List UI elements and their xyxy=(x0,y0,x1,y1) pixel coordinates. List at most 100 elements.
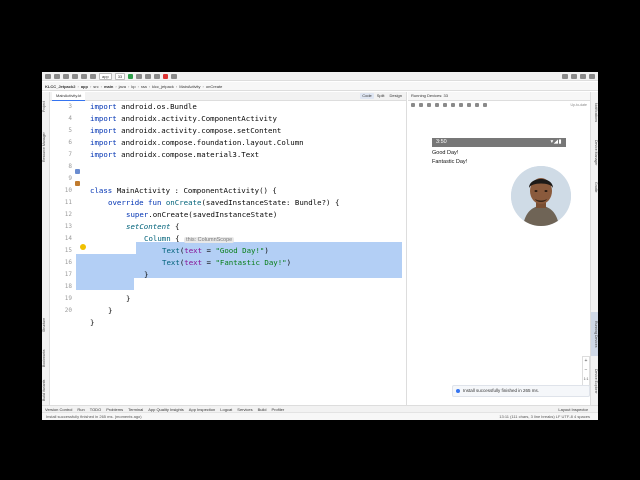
line-number: 15 xyxy=(64,247,72,254)
line-number: 6 xyxy=(68,139,72,146)
breadcrumb-item[interactable]: kp xyxy=(131,84,135,89)
line-number: 16 xyxy=(64,259,72,266)
tool-layout-inspector[interactable]: Layout Inspector xyxy=(558,407,598,412)
sdk-manager-icon[interactable] xyxy=(571,73,577,79)
breadcrumb-item[interactable]: KLCC_Jetpack2 xyxy=(45,84,75,89)
tool-build-variants[interactable]: Build Variants xyxy=(42,376,49,404)
tool-version-control[interactable]: Version Control xyxy=(45,407,72,412)
tool-bookmarks[interactable]: Bookmarks xyxy=(42,342,49,374)
tool-run[interactable]: Run xyxy=(77,407,84,412)
forward-icon[interactable] xyxy=(81,73,87,79)
status-position-encoding[interactable]: 13:11 (111 chars, 3 line breaks) LF UTF-… xyxy=(499,414,598,419)
breadcrumb-item[interactable]: app xyxy=(81,84,88,89)
override-gutter-icon[interactable] xyxy=(75,181,80,186)
home-icon[interactable] xyxy=(459,102,463,107)
tool-todo[interactable]: TODO xyxy=(90,407,101,412)
install-notification[interactable]: Install successfully finished in 265 ms. xyxy=(452,385,590,397)
tool-device-explorer[interactable]: Device Explorer xyxy=(591,360,598,402)
line-number: 7 xyxy=(68,151,72,158)
run-gutter-icon[interactable] xyxy=(75,169,80,174)
lightbulb-icon[interactable] xyxy=(80,244,86,250)
line-number: 5 xyxy=(68,127,72,134)
tool-build[interactable]: Build xyxy=(258,407,267,412)
device-screen[interactable]: 3:50 ▾◢▮ Good Day! Fantastic Day! xyxy=(432,138,571,328)
menu-icon[interactable] xyxy=(45,73,51,79)
tab-mainactivity[interactable]: MainActivity.kt xyxy=(52,92,86,101)
attach-debugger-icon[interactable] xyxy=(171,73,178,79)
tool-services[interactable]: Services xyxy=(237,407,252,412)
save-icon[interactable] xyxy=(54,73,60,79)
code-line: super.onCreate(savedInstanceState) xyxy=(126,210,278,219)
design-mode-button[interactable]: Design xyxy=(388,93,404,99)
breadcrumb-item[interactable]: onCreate xyxy=(206,84,222,89)
tool-structure[interactable]: Structure xyxy=(42,310,49,340)
breadcrumb-item[interactable]: java xyxy=(119,84,126,89)
line-number: 17 xyxy=(64,271,72,278)
rotate-left-icon[interactable] xyxy=(435,102,439,107)
tool-gradle[interactable]: Gradle xyxy=(591,176,598,198)
stop-icon[interactable] xyxy=(163,73,169,79)
settings-icon[interactable] xyxy=(589,73,595,79)
run-config-select[interactable]: app xyxy=(99,72,112,80)
hammer-icon[interactable] xyxy=(90,73,96,79)
profile-icon[interactable] xyxy=(154,73,161,79)
phone-clock: 3:50 xyxy=(436,139,447,145)
running-devices-panel: Running Devices: 33 Up-to-date 3:50 ▾◢▮ … xyxy=(408,92,590,405)
tool-resource-manager[interactable]: Resource Manager xyxy=(42,122,49,172)
tool-notifications[interactable]: Notifications xyxy=(591,96,598,130)
breadcrumb-item[interactable]: src xyxy=(93,84,98,89)
tool-logcat[interactable]: Logcat xyxy=(220,407,232,412)
zoom-actual-button[interactable]: 1:1 xyxy=(583,375,589,384)
phone-text-good-day: Good Day! xyxy=(432,150,459,156)
device-manager-icon[interactable] xyxy=(562,73,568,79)
code-mode-button[interactable]: Code xyxy=(360,93,374,99)
overview-icon[interactable] xyxy=(467,102,471,107)
debug-icon[interactable] xyxy=(136,73,143,79)
tool-project[interactable]: Project xyxy=(42,96,49,118)
line-number: 10 xyxy=(64,187,72,194)
line-number: 14 xyxy=(64,235,72,242)
volume-down-icon[interactable] xyxy=(427,102,431,107)
run-icon[interactable] xyxy=(128,73,134,79)
screenshot-icon[interactable] xyxy=(475,102,479,107)
person-photo-icon xyxy=(511,166,571,226)
device-select[interactable]: 33 xyxy=(114,72,126,80)
inlay-hint: this: ColumnScope xyxy=(184,237,235,243)
tool-profiler[interactable]: Profiler xyxy=(272,407,285,412)
code-line: import android.os.Bundle xyxy=(90,102,197,111)
avatar xyxy=(511,166,571,226)
line-number xyxy=(50,353,72,365)
line-number: 8 xyxy=(68,163,72,170)
zoom-in-button[interactable]: + xyxy=(583,357,589,366)
line-number: 18 xyxy=(64,283,72,290)
breadcrumb-item[interactable]: klcc_jetpack xyxy=(152,84,174,89)
refresh-icon[interactable] xyxy=(63,73,69,79)
tool-terminal[interactable]: Terminal xyxy=(128,407,143,412)
back-icon[interactable] xyxy=(72,73,78,79)
code-line: Text(text = "Fantastic Day!") xyxy=(162,258,292,267)
tool-running-devices[interactable]: Running Devices xyxy=(591,312,598,356)
breadcrumb-item[interactable]: MainActivity xyxy=(179,84,200,89)
emulator-toolbar: Up-to-date xyxy=(411,101,587,108)
back-icon[interactable] xyxy=(451,102,455,107)
tool-problems[interactable]: Problems xyxy=(106,407,123,412)
main-toolbar: app 33 xyxy=(42,72,598,81)
search-icon[interactable] xyxy=(580,73,586,79)
zoom-out-button[interactable]: − xyxy=(583,366,589,375)
line-number: 11 xyxy=(64,199,72,206)
status-message[interactable]: Install successfully finished in 265 ms.… xyxy=(46,414,142,419)
tool-app-quality-insights[interactable]: App Quality Insights xyxy=(148,407,184,412)
tool-device-manager[interactable]: Device Manager xyxy=(591,134,598,172)
rotate-right-icon[interactable] xyxy=(443,102,447,107)
code-editor[interactable]: MainActivity.kt Code Split Design 3 4 5 … xyxy=(50,92,407,405)
volume-up-icon[interactable] xyxy=(419,102,423,107)
ide-window: app 33 KLCC_Jetpack2 › app › src › main … xyxy=(42,72,598,420)
more-icon[interactable] xyxy=(483,102,487,107)
tool-app-inspection[interactable]: App Inspection xyxy=(189,407,215,412)
split-mode-button[interactable]: Split xyxy=(375,93,387,99)
breadcrumb-item[interactable]: main xyxy=(104,84,113,89)
power-icon[interactable] xyxy=(411,102,415,107)
line-number: 4 xyxy=(68,115,72,122)
breadcrumb-item[interactable]: raa xyxy=(141,84,147,89)
apply-changes-icon[interactable] xyxy=(145,73,152,79)
